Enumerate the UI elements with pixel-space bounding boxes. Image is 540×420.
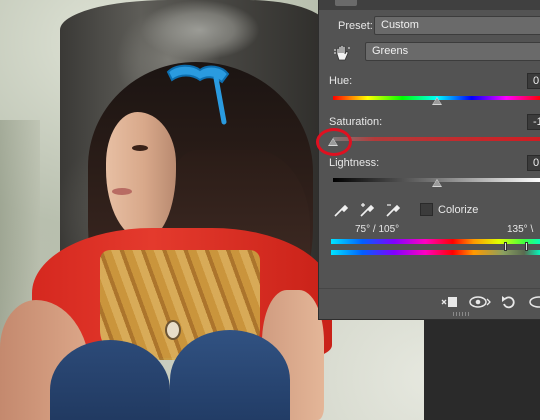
range-handle-left[interactable] xyxy=(504,242,507,251)
reset-icon[interactable] xyxy=(501,294,517,310)
colorize-label: Colorize xyxy=(438,204,479,216)
visibility-icon[interactable] xyxy=(529,294,540,310)
hue-slider-thumb[interactable] xyxy=(432,97,442,105)
eyedropper-minus-icon[interactable] xyxy=(385,202,401,218)
colorize-checkbox[interactable] xyxy=(420,203,433,216)
color-range-bar-top xyxy=(331,239,540,244)
hue-value-field[interactable]: 0 xyxy=(527,73,540,89)
preset-select[interactable]: Custom xyxy=(374,16,540,35)
saturation-label: Saturation: xyxy=(329,116,383,128)
hue-saturation-panel: Preset: Custom Greens Hue: 0 Saturation:… xyxy=(316,0,540,320)
panel-top-strip xyxy=(319,0,540,10)
range-right-readout: 135° \ xyxy=(507,224,534,235)
channel-select-value: Greens xyxy=(372,45,409,57)
preset-select-value: Custom xyxy=(381,19,419,31)
range-handle-right[interactable] xyxy=(525,242,528,251)
saturation-value: -1 xyxy=(533,116,540,128)
eyedropper-plus-icon[interactable] xyxy=(359,202,375,218)
lips xyxy=(112,188,132,195)
tree-lichen xyxy=(140,0,260,60)
hand-scrubby-icon[interactable] xyxy=(333,44,351,62)
channel-select[interactable]: Greens xyxy=(365,42,540,61)
footer-separator xyxy=(319,288,540,289)
panel-resize-grip[interactable] xyxy=(453,312,471,316)
canvas-background xyxy=(424,320,540,420)
lightness-value-field[interactable]: 0 xyxy=(527,155,540,171)
pendant xyxy=(165,320,181,340)
panel-tab-nub[interactable] xyxy=(335,0,357,6)
saturation-track[interactable] xyxy=(333,137,540,141)
clip-to-layer-icon[interactable] xyxy=(441,294,459,310)
view-previous-icon[interactable] xyxy=(469,294,491,310)
blue-sunglasses xyxy=(166,64,230,125)
preset-label: Preset: xyxy=(338,20,373,32)
lightness-label: Lightness: xyxy=(329,157,380,169)
lightness-value: 0 xyxy=(533,157,540,169)
lightness-slider-thumb[interactable] xyxy=(432,179,442,187)
hue-label: Hue: xyxy=(329,75,353,87)
eye xyxy=(132,145,148,151)
eyedropper-icon[interactable] xyxy=(333,202,349,218)
range-left-readout: 75° / 105° xyxy=(355,224,400,235)
hue-value: 0 xyxy=(533,75,540,87)
highlight-circle xyxy=(316,128,352,156)
right-knee-jeans xyxy=(170,330,290,420)
saturation-value-field[interactable]: -1 xyxy=(527,114,540,130)
color-range-bar-bottom xyxy=(331,250,540,255)
